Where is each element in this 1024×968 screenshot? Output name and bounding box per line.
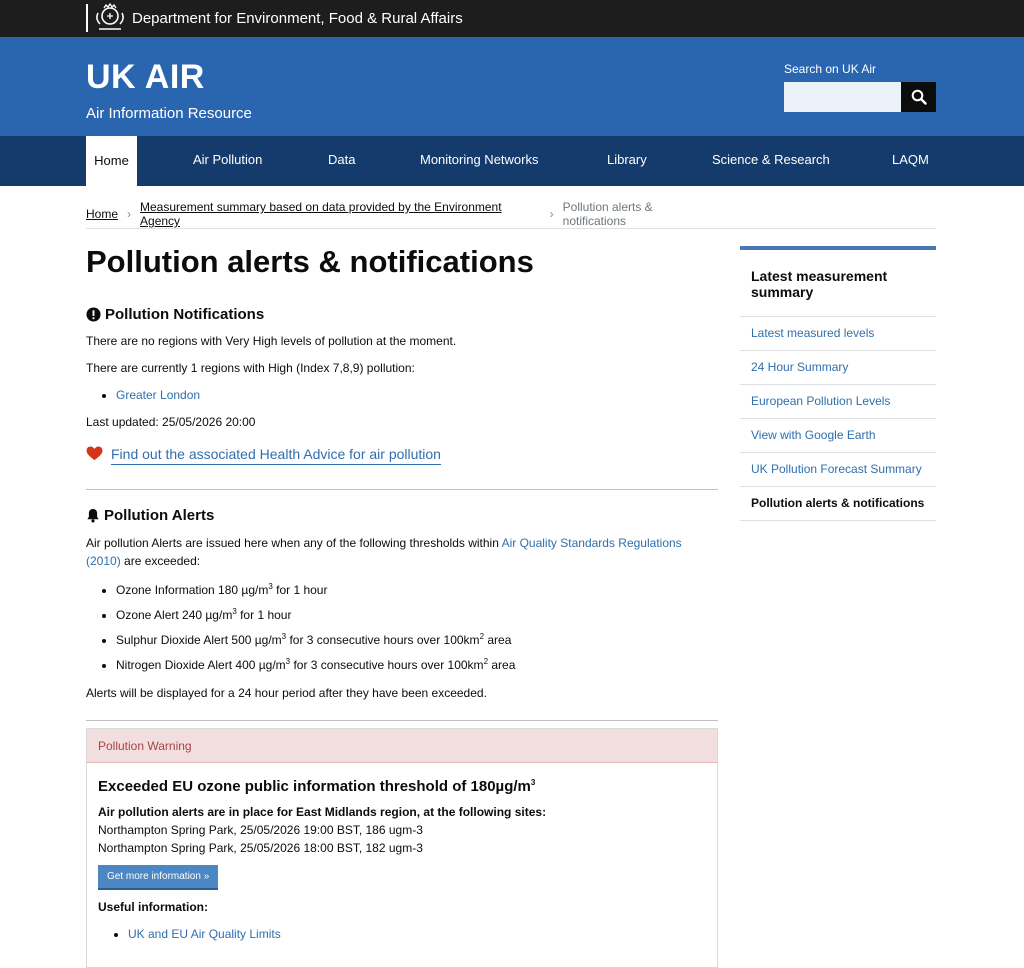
alerts-display-note: Alerts will be displayed for a 24 hour p… — [86, 686, 487, 700]
masthead: UK AIR Air Information Resource Search o… — [0, 37, 1024, 136]
sidebar-link-24-hour-summary[interactable]: 24 Hour Summary — [740, 351, 936, 385]
list-item: Nitrogen Dioxide Alert 400 µg/m3 for 3 c… — [116, 654, 718, 673]
threshold-text: Nitrogen Dioxide Alert 400 µg/m — [116, 658, 286, 672]
sidebar-link-google-earth[interactable]: View with Google Earth — [740, 419, 936, 453]
alerts-intro-before: Air pollution Alerts are issued here whe… — [86, 536, 502, 550]
department-link[interactable]: Department for Environment, Food & Rural… — [132, 10, 463, 27]
nav-item-science-research[interactable]: Science & Research — [712, 136, 830, 186]
sidebar-link-alerts-notifications[interactable]: Pollution alerts & notifications — [740, 487, 936, 521]
health-advice-row: Find out the associated Health Advice fo… — [86, 446, 718, 465]
high-regions-list: Greater London — [86, 387, 718, 403]
nav-item-library[interactable]: Library — [607, 136, 647, 186]
site-brand[interactable]: UK AIR — [86, 58, 205, 97]
region-link-greater-london[interactable]: Greater London — [116, 388, 200, 402]
threshold-text: for 1 hour — [272, 583, 328, 597]
threshold-text: for 3 consecutive hours over 100km — [286, 633, 480, 647]
health-advice-link[interactable]: Find out the associated Health Advice fo… — [111, 446, 441, 465]
warning-site: Northampton Spring Park, 25/05/2026 19:0… — [98, 823, 423, 837]
warning-body: Exceeded EU ozone public information thr… — [87, 763, 717, 952]
high-text: There are currently 1 regions with High … — [86, 361, 415, 375]
site-tagline: Air Information Resource — [86, 105, 252, 122]
threshold-text: area — [484, 633, 512, 647]
nav-item-data[interactable]: Data — [328, 136, 355, 186]
get-more-information-button[interactable]: Get more information » — [98, 865, 219, 890]
list-item: Ozone Information 180 µg/m3 for 1 hour — [116, 579, 718, 598]
threshold-text: for 3 consecutive hours over 100km — [290, 658, 484, 672]
nav-item-air-pollution[interactable]: Air Pollution — [193, 136, 262, 186]
warning-label: Pollution Warning — [87, 729, 717, 763]
warning-region-text: Air pollution alerts are in place for Ea… — [98, 805, 547, 819]
warning-site: Northampton Spring Park, 25/05/2026 18:0… — [98, 841, 423, 855]
threshold-text: area — [488, 658, 516, 672]
list-item: Ozone Alert 240 µg/m3 for 1 hour — [116, 604, 718, 623]
chevron-right-icon: › — [549, 207, 554, 221]
warning-heading-text: Exceeded EU ozone public information thr… — [98, 778, 531, 795]
threshold-text: Ozone Alert 240 µg/m — [116, 608, 233, 622]
threshold-text: Sulphur Dioxide Alert 500 µg/m — [116, 633, 282, 647]
breadcrumb-parent[interactable]: Measurement summary based on data provid… — [140, 200, 541, 228]
breadcrumb-home[interactable]: Home — [86, 207, 118, 221]
air-quality-limits-link[interactable]: UK and EU Air Quality Limits — [128, 927, 281, 941]
main-content: Pollution alerts & notifications Polluti… — [86, 242, 718, 721]
alerts-intro-after: are exceeded: — [120, 554, 201, 568]
alerts-intro: Air pollution Alerts are issued here whe… — [86, 534, 718, 570]
sidebar-link-european-levels[interactable]: European Pollution Levels — [740, 385, 936, 419]
primary-nav: Home Air Pollution Data Monitoring Netwo… — [0, 136, 1024, 186]
topbar-rule — [86, 4, 88, 32]
section-divider — [86, 720, 718, 721]
bell-icon — [87, 508, 99, 523]
list-item: Sulphur Dioxide Alert 500 µg/m3 for 3 co… — [116, 629, 718, 648]
sidebar-link-latest-levels[interactable]: Latest measured levels — [740, 317, 936, 351]
sidebar-link-forecast-summary[interactable]: UK Pollution Forecast Summary — [740, 453, 936, 487]
exclamation-circle-icon — [86, 307, 101, 322]
govt-topbar: Department for Environment, Food & Rural… — [0, 0, 1024, 37]
chevron-right-icon: › — [127, 207, 132, 221]
breadcrumb-current: Pollution alerts & notifications — [562, 200, 653, 228]
threshold-text: for 1 hour — [236, 608, 292, 622]
search-button[interactable] — [901, 82, 936, 112]
useful-info-heading: Useful information: — [98, 900, 208, 914]
section-divider — [86, 489, 718, 490]
thresholds-list: Ozone Information 180 µg/m3 for 1 hour O… — [86, 579, 718, 673]
search-input[interactable] — [784, 82, 901, 112]
sidebar-title: Latest measurement summary — [740, 250, 936, 317]
very-high-text: There are no regions with Very High leve… — [86, 334, 457, 348]
nav-item-laqm[interactable]: LAQM — [892, 136, 929, 186]
breadcrumb: Home › Measurement summary based on data… — [86, 200, 718, 228]
alerts-heading-text: Pollution Alerts — [104, 507, 215, 524]
heart-icon — [86, 446, 103, 461]
sidebar: Latest measurement summary Latest measur… — [740, 246, 936, 521]
nav-item-home[interactable]: Home — [86, 136, 137, 186]
royal-crest-icon — [96, 3, 124, 30]
threshold-text: Ozone Information 180 µg/m — [116, 583, 269, 597]
pollution-warning-panel: Pollution Warning Exceeded EU ozone publ… — [86, 728, 718, 968]
alerts-heading: Pollution Alerts — [86, 507, 718, 524]
warning-heading-sup: 3 — [530, 778, 536, 787]
useful-links-list: UK and EU Air Quality Limits — [98, 926, 706, 942]
notifications-heading: Pollution Notifications — [86, 306, 718, 323]
search-label: Search on UK Air — [784, 62, 877, 76]
breadcrumb-divider — [86, 228, 936, 229]
page-title: Pollution alerts & notifications — [86, 244, 534, 279]
last-updated: Last updated: 25/05/2026 20:00 — [86, 415, 256, 429]
list-item: Greater London — [116, 387, 718, 403]
nav-item-monitoring-networks[interactable]: Monitoring Networks — [420, 136, 539, 186]
warning-heading: Exceeded EU ozone public information thr… — [98, 773, 706, 797]
notifications-heading-text: Pollution Notifications — [105, 306, 265, 323]
search-icon — [911, 89, 927, 105]
list-item: UK and EU Air Quality Limits — [128, 926, 706, 942]
